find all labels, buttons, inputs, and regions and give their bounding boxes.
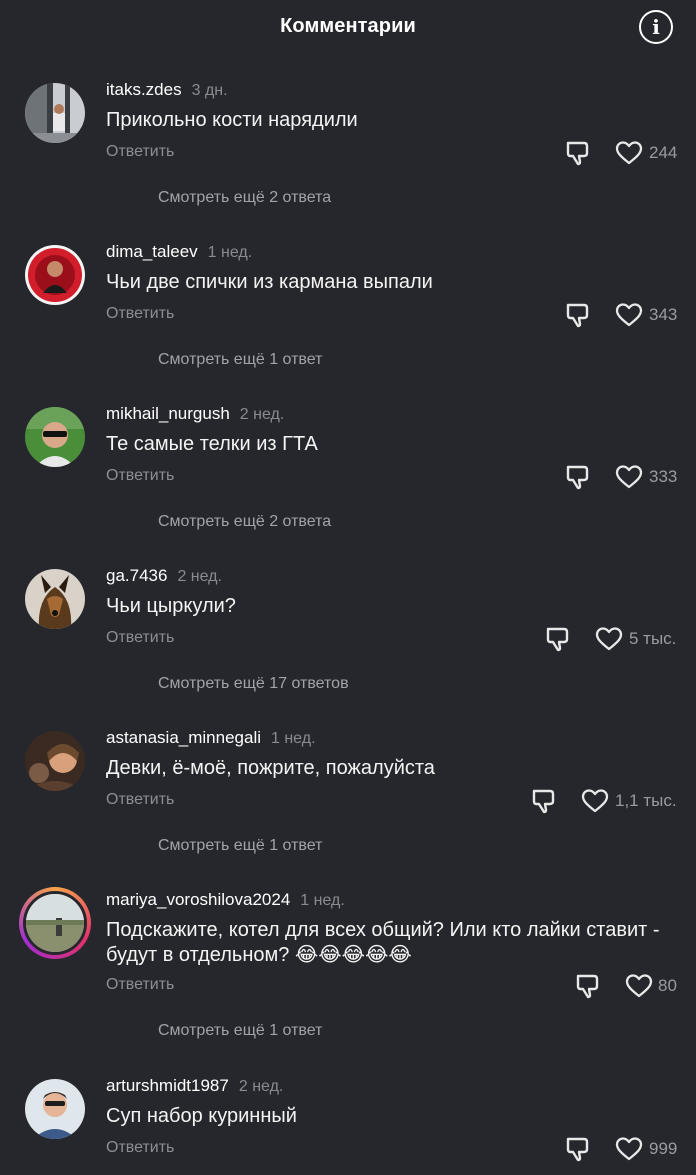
like-icon[interactable]	[581, 788, 609, 814]
page-title: Комментарии	[280, 15, 416, 37]
comment-author[interactable]: mariya_voroshilova2024 1 нед.	[106, 890, 345, 910]
comment-text: Чьи две спички из кармана выпали	[106, 271, 433, 293]
view-more-replies[interactable]: Смотреть ещё 2 ответа	[158, 189, 331, 207]
dislike-icon[interactable]	[564, 302, 590, 328]
comment-text: Девки, ё-моё, пожрите, пожалуйста	[106, 757, 435, 779]
avatar[interactable]	[25, 83, 85, 143]
reply-button[interactable]: Ответить	[106, 305, 174, 323]
like-icon[interactable]	[615, 1136, 643, 1162]
like-icon[interactable]	[615, 140, 643, 166]
comment-text: Подскажите, котел для всех общий? Или кт…	[106, 919, 660, 966]
comment-time: 3 дн.	[191, 82, 228, 99]
comment-author[interactable]: astanasia_minnegali 1 нед.	[106, 728, 316, 748]
comment-time: 1 нед.	[300, 892, 345, 909]
view-more-replies[interactable]: Смотреть ещё 1 ответ	[158, 837, 322, 855]
view-more-replies[interactable]: Смотреть ещё 1 ответ	[158, 351, 322, 369]
like-count: 333	[649, 467, 678, 486]
comment-time: 2 нед.	[239, 406, 285, 423]
comment-author[interactable]: mikhail_nurgush 2 нед.	[106, 404, 284, 424]
like-icon[interactable]	[625, 973, 653, 999]
view-more-replies[interactable]: Смотреть ещё 1 ответ	[158, 1022, 322, 1040]
reply-button[interactable]: Ответить	[106, 629, 174, 647]
like-icon[interactable]	[595, 626, 623, 652]
like-icon[interactable]	[615, 302, 643, 328]
avatar[interactable]	[25, 731, 85, 791]
avatar[interactable]	[25, 245, 85, 305]
like-count: 999	[649, 1139, 678, 1158]
avatar[interactable]	[25, 1079, 85, 1139]
reply-button[interactable]: Ответить	[106, 1139, 174, 1157]
dislike-icon[interactable]	[530, 788, 556, 814]
dislike-icon[interactable]	[564, 140, 590, 166]
header: Комментарии i	[0, 0, 696, 56]
view-more-replies[interactable]: Смотреть ещё 2 ответа	[158, 513, 331, 531]
comment-time: 1 нед.	[207, 244, 253, 261]
comment-time: 2 нед.	[238, 1078, 284, 1095]
comment-text: Прикольно кости нарядили	[106, 109, 358, 131]
dislike-icon[interactable]	[564, 464, 590, 490]
reply-button[interactable]: Ответить	[106, 467, 174, 485]
comment-time: 2 нед.	[177, 568, 222, 585]
comment-text: Чьи цыркули?	[106, 595, 236, 617]
like-count: 1,1 тыс.	[615, 791, 677, 810]
like-count: 5 тыс.	[629, 629, 677, 648]
view-more-replies[interactable]: Смотреть ещё 17 ответов	[158, 675, 349, 693]
like-count: 343	[649, 305, 678, 324]
avatar[interactable]	[25, 407, 85, 467]
avatar[interactable]	[19, 887, 91, 959]
reply-button[interactable]: Ответить	[106, 791, 174, 809]
comment-author[interactable]: ga.7436 2 нед.	[106, 566, 222, 586]
info-icon[interactable]: i	[639, 10, 673, 44]
like-count: 80	[658, 976, 677, 995]
comment-text: Суп набор куринный	[106, 1105, 297, 1127]
comment-text: Те самые телки из ГТА	[106, 433, 318, 455]
comment-time: 1 нед.	[271, 730, 316, 747]
reply-button[interactable]: Ответить	[106, 976, 174, 994]
dislike-icon[interactable]	[564, 1136, 590, 1162]
comment-author[interactable]: arturshmidt1987 2 нед.	[106, 1076, 283, 1096]
avatar[interactable]	[25, 569, 85, 629]
dislike-icon[interactable]	[574, 973, 600, 999]
like-icon[interactable]	[615, 464, 643, 490]
comment-author[interactable]: itaks.zdes 3 дн.	[106, 80, 228, 100]
dislike-icon[interactable]	[544, 626, 570, 652]
reply-button[interactable]: Ответить	[106, 143, 174, 161]
like-count: 244	[649, 143, 678, 162]
comment-author[interactable]: dima_taleev 1 нед.	[106, 242, 252, 262]
